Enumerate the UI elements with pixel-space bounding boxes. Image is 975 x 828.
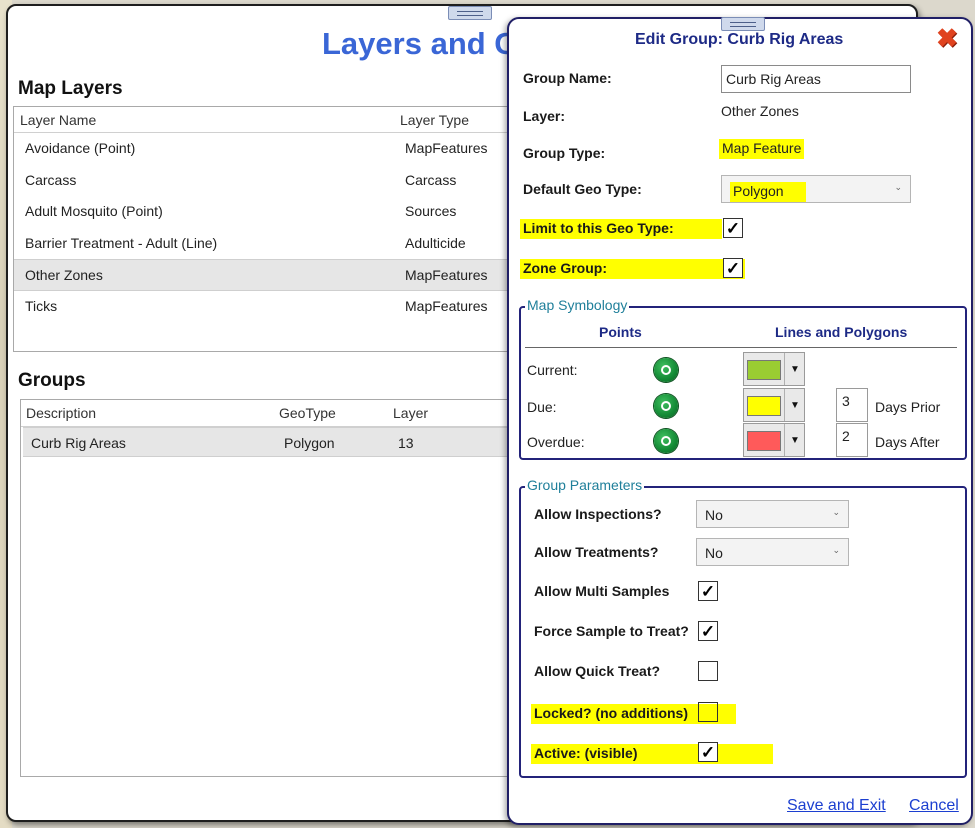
current-color-picker[interactable]: ▼	[743, 352, 805, 386]
table-row[interactable]: Carcass Carcass	[14, 165, 512, 197]
layer-name-cell: Adult Mosquito (Point)	[25, 203, 163, 219]
allow-multi-samples-label: Allow Multi Samples	[534, 583, 670, 599]
layer-type-cell: Sources	[405, 203, 457, 219]
overdue-label: Overdue:	[527, 434, 585, 450]
points-header: Points	[599, 324, 642, 340]
edit-group-dialog: Edit Group: Curb Rig Areas ✖ Group Name:…	[507, 17, 973, 825]
group-geotype-cell: Polygon	[284, 435, 335, 451]
table-row-selected[interactable]: Other Zones MapFeatures	[14, 259, 512, 291]
cancel-button[interactable]: Cancel	[909, 797, 959, 815]
layer-type-cell: MapFeatures	[405, 267, 488, 283]
column-header-description[interactable]: Description	[26, 405, 96, 421]
allow-treatments-select[interactable]: No ⌄	[696, 538, 849, 566]
due-color-picker[interactable]: ▼	[743, 388, 805, 422]
allow-inspections-value: No	[705, 507, 723, 523]
layer-type-cell: MapFeatures	[405, 140, 488, 156]
days-after-input[interactable]: 2	[836, 423, 868, 457]
layer-name-cell: Carcass	[25, 171, 77, 188]
active-checkbox[interactable]: ✓	[698, 742, 718, 762]
groups-grid: Description GeoType Layer Curb Rig Areas…	[20, 399, 514, 777]
window-title: Layers and G	[322, 26, 519, 61]
table-row[interactable]: Avoidance (Point) MapFeatures	[14, 133, 512, 165]
allow-multi-samples-checkbox[interactable]: ✓	[698, 581, 718, 601]
force-sample-checkbox[interactable]: ✓	[698, 621, 718, 641]
groups-heading: Groups	[18, 370, 86, 391]
column-header-layer[interactable]: Layer	[393, 405, 428, 421]
group-parameters-legend: Group Parameters	[525, 477, 645, 493]
due-label: Due:	[527, 399, 557, 415]
column-header-layer-name[interactable]: Layer Name	[20, 112, 96, 128]
layer-name-cell: Ticks	[25, 297, 58, 314]
table-row[interactable]: Barrier Treatment - Adult (Line) Adultic…	[14, 228, 512, 260]
group-layer-cell: 13	[398, 435, 414, 451]
map-symbology-legend: Map Symbology	[525, 297, 630, 313]
chevron-down-icon: ▼	[784, 424, 805, 456]
divider	[525, 347, 957, 348]
zone-group-checkbox[interactable]: ✓	[723, 258, 743, 278]
close-x-icon[interactable]: ✖	[933, 25, 961, 51]
overdue-color-swatch	[747, 431, 781, 451]
default-geo-type-label: Default Geo Type:	[523, 181, 642, 197]
days-prior-input[interactable]: 3	[836, 388, 868, 422]
layer-name-cell: Avoidance (Point)	[25, 140, 136, 156]
chevron-down-icon: ▼	[784, 389, 805, 421]
group-name-label: Group Name:	[523, 70, 612, 86]
allow-quick-treat-label: Allow Quick Treat?	[534, 663, 661, 679]
map-layers-heading: Map Layers	[18, 78, 123, 99]
due-point-symbol-icon[interactable]	[654, 394, 678, 418]
layer-type-cell: Adulticide	[405, 234, 466, 251]
current-color-swatch	[747, 360, 781, 380]
table-row[interactable]: Ticks MapFeatures	[14, 291, 512, 323]
save-and-exit-button[interactable]: Save and Exit	[787, 797, 886, 815]
limit-geo-type-label: Limit to this Geo Type:	[520, 219, 722, 239]
zone-group-label: Zone Group:	[520, 259, 745, 279]
lines-polygons-header: Lines and Polygons	[775, 324, 908, 340]
group-name-input[interactable]	[721, 65, 911, 93]
limit-geo-type-checkbox[interactable]: ✓	[723, 218, 743, 238]
layer-label: Layer:	[523, 108, 566, 124]
group-description-cell: Curb Rig Areas	[31, 435, 126, 451]
overdue-color-picker[interactable]: ▼	[743, 423, 805, 457]
force-sample-label: Force Sample to Treat?	[534, 623, 689, 639]
map-layers-grid: Layer Name Layer Type Avoidance (Point) …	[13, 106, 513, 352]
group-type-label: Group Type:	[523, 145, 606, 161]
layer-type-cell: Carcass	[405, 171, 457, 188]
allow-inspections-select[interactable]: No ⌄	[696, 500, 849, 528]
days-prior-label: Days Prior	[875, 399, 941, 415]
default-geo-type-select[interactable]: Polygon ⌄	[721, 175, 911, 203]
layer-type-cell: MapFeatures	[405, 297, 488, 314]
allow-quick-treat-checkbox[interactable]	[698, 661, 718, 681]
default-geo-type-value: Polygon	[730, 182, 806, 202]
column-header-geotype[interactable]: GeoType	[279, 405, 336, 421]
drag-handle-icon[interactable]	[721, 17, 765, 31]
due-color-swatch	[747, 396, 781, 416]
days-after-label: Days After	[875, 434, 940, 450]
table-row-selected[interactable]: Curb Rig Areas Polygon 13	[23, 427, 513, 457]
layer-name-cell: Other Zones	[25, 267, 103, 283]
table-row[interactable]: Adult Mosquito (Point) Sources	[14, 196, 512, 228]
chevron-down-icon: ▼	[784, 353, 805, 385]
active-label: Active: (visible)	[531, 744, 774, 764]
layer-value: Other Zones	[721, 103, 799, 119]
drag-handle-icon[interactable]	[448, 6, 492, 20]
allow-treatments-value: No	[705, 545, 723, 561]
column-header-layer-type[interactable]: Layer Type	[400, 112, 469, 128]
grid-header: Description GeoType Layer	[21, 400, 513, 427]
allow-inspections-label: Allow Inspections?	[534, 506, 662, 522]
locked-checkbox[interactable]	[698, 702, 718, 722]
overdue-point-symbol-icon[interactable]	[654, 429, 678, 453]
dialog-title: Edit Group: Curb Rig Areas	[635, 31, 844, 48]
current-label: Current:	[527, 362, 578, 378]
chevron-down-icon: ⌄	[894, 182, 902, 192]
chevron-down-icon: ⌄	[832, 545, 840, 555]
group-type-value: Map Feature	[719, 139, 805, 159]
chevron-down-icon: ⌄	[832, 507, 840, 517]
allow-treatments-label: Allow Treatments?	[534, 544, 659, 560]
layer-name-cell: Barrier Treatment - Adult (Line)	[25, 234, 218, 251]
grid-header: Layer Name Layer Type	[14, 107, 512, 133]
current-point-symbol-icon[interactable]	[654, 358, 678, 382]
